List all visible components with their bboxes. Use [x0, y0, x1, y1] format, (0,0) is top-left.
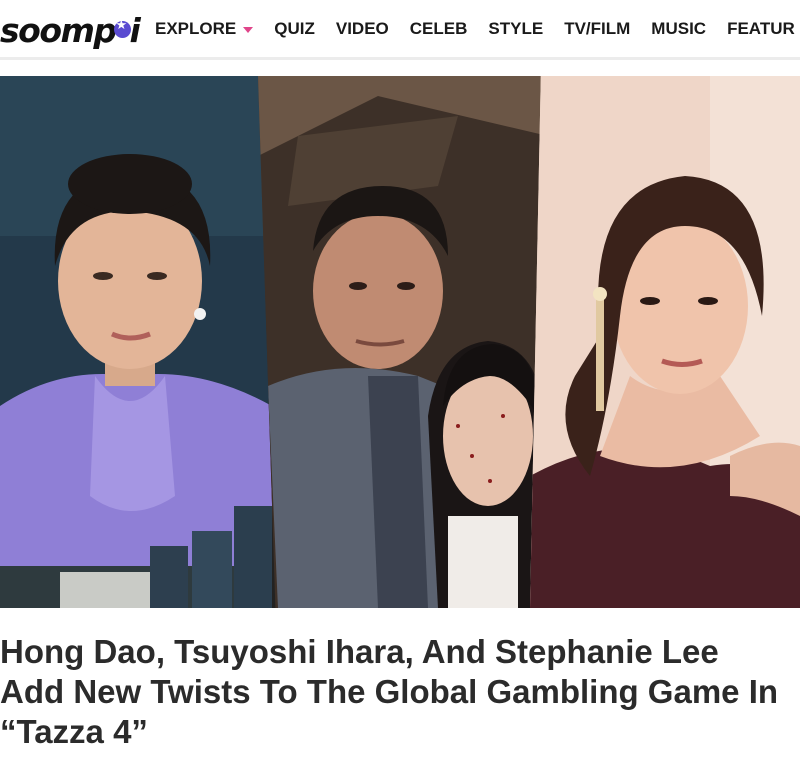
nav-label-music: MUSIC: [651, 18, 707, 38]
hero-panel-middle: [258, 76, 548, 608]
nav-item-tvfilm[interactable]: TV/FILM: [564, 19, 630, 39]
portrait-left-illustration: [0, 76, 272, 608]
logo-text-i: i: [129, 10, 141, 50]
nav-label-explore: EXPLORE: [155, 18, 237, 38]
soompi-logo[interactable]: soompi: [0, 8, 141, 52]
nav-item-celeb[interactable]: CELEB: [410, 19, 468, 39]
site-header: soompi EXPLORE QUIZ VIDEO CELEB STYLE TV…: [0, 0, 800, 60]
hero-image[interactable]: [0, 76, 800, 608]
caret-down-icon: [243, 26, 254, 33]
nav-item-music[interactable]: MUSIC: [651, 19, 706, 39]
nav-item-features[interactable]: FEATUR: [727, 19, 795, 39]
article-headline[interactable]: Hong Dao, Tsuyoshi Ihara, And Stephanie …: [0, 632, 780, 752]
nav-item-style[interactable]: STYLE: [488, 19, 543, 39]
nav-item-quiz[interactable]: QUIZ: [274, 19, 315, 39]
portrait-middle-illustration: [258, 76, 548, 608]
logo-text: soom: [0, 10, 95, 50]
nav-label-celeb: CELEB: [409, 18, 468, 38]
hero-panel-left: [0, 76, 272, 608]
main-nav: EXPLORE QUIZ VIDEO CELEB STYLE TV/FILM M…: [155, 0, 800, 57]
page: soompi EXPLORE QUIZ VIDEO CELEB STYLE TV…: [0, 0, 800, 783]
star-icon: [113, 18, 131, 38]
nav-item-video[interactable]: VIDEO: [336, 19, 389, 39]
nav-label-quiz: QUIZ: [274, 18, 315, 38]
nav-label-tvfilm: TV/FILM: [564, 18, 631, 38]
hero-panel-right: [530, 76, 800, 608]
nav-label-video: VIDEO: [335, 18, 389, 38]
logo-text-p: p: [93, 10, 117, 50]
nav-label-features: FEATUR: [727, 18, 795, 38]
portrait-right-illustration: [530, 76, 800, 608]
nav-label-style: STYLE: [488, 18, 544, 38]
nav-item-explore[interactable]: EXPLORE: [155, 18, 254, 39]
